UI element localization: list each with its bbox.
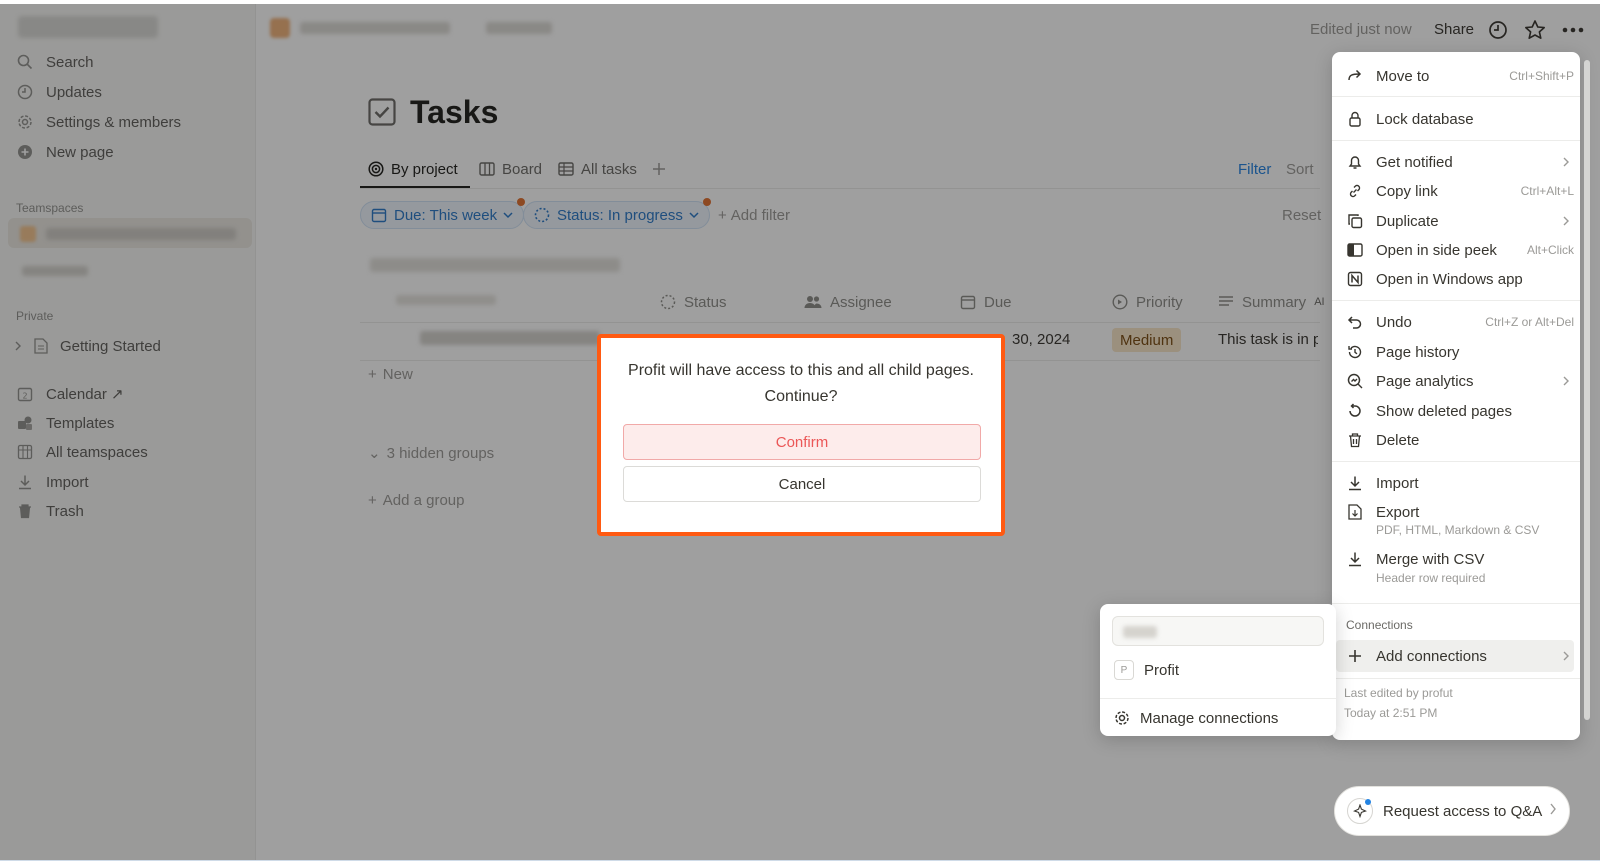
restore-icon xyxy=(1344,403,1366,419)
menu-item-label: Open in side peek xyxy=(1376,241,1497,259)
divider xyxy=(1332,300,1580,301)
menu-item-page-history[interactable]: Page history xyxy=(1344,338,1574,366)
confirm-access-dialog: Profit will have access to this and all … xyxy=(597,334,1005,536)
divider xyxy=(1332,603,1580,604)
menu-item-get-notified[interactable]: Get notified xyxy=(1344,148,1574,176)
notification-dot xyxy=(1365,799,1371,805)
last-edited-by: Last edited by profut xyxy=(1344,686,1453,700)
divider xyxy=(1332,96,1580,97)
chevron-right-icon xyxy=(1562,216,1570,226)
request-access-label: Request access to Q&A xyxy=(1383,802,1543,820)
menu-item-add-connections[interactable]: Add connections xyxy=(1344,642,1574,670)
chevron-right-icon xyxy=(1562,157,1570,167)
app-window: Search Updates Settings & members New pa… xyxy=(0,4,1600,861)
undo-icon xyxy=(1344,314,1366,330)
connection-label: Manage connections xyxy=(1140,709,1279,727)
divider xyxy=(1332,678,1580,679)
menu-item-label: Undo xyxy=(1376,313,1412,331)
side-peek-icon xyxy=(1344,243,1366,257)
menu-item-lock-database[interactable]: Lock database xyxy=(1344,105,1574,133)
menu-item-label: Copy link xyxy=(1376,182,1438,200)
connections-submenu: P Profit Manage connections xyxy=(1100,604,1336,736)
confirm-button[interactable]: Confirm xyxy=(623,424,981,460)
chevron-right-icon xyxy=(1562,376,1570,386)
menu-item-delete[interactable]: Delete xyxy=(1344,426,1574,454)
menu-item-label: Merge with CSV xyxy=(1376,550,1485,568)
connections-search-input[interactable] xyxy=(1112,616,1324,646)
menu-item-label: Delete xyxy=(1376,431,1420,449)
menu-item-label: Move to xyxy=(1376,67,1430,85)
menu-item-page-analytics[interactable]: Page analytics xyxy=(1344,367,1574,395)
menu-item-open-side-peek[interactable]: Open in side peek Alt+Click xyxy=(1344,236,1574,264)
menu-item-label: Duplicate xyxy=(1376,212,1439,230)
shortcut-hint: Alt+Click xyxy=(1526,243,1574,257)
ai-sparkle-icon xyxy=(1347,798,1373,824)
search-text-redacted xyxy=(1123,626,1157,638)
menu-item-copy-link[interactable]: Copy link Ctrl+Alt+L xyxy=(1344,177,1574,205)
menu-item-export[interactable]: Export xyxy=(1344,498,1574,526)
profit-logo-icon: P xyxy=(1114,660,1134,680)
link-icon xyxy=(1344,183,1366,199)
shortcut-hint: Ctrl+Alt+L xyxy=(1520,184,1574,198)
menu-item-undo[interactable]: Undo Ctrl+Z or Alt+Del xyxy=(1344,308,1574,336)
menu-item-show-deleted-pages[interactable]: Show deleted pages xyxy=(1344,397,1574,425)
menu-item-open-windows-app[interactable]: Open in Windows app xyxy=(1344,265,1574,293)
export-icon xyxy=(1344,504,1366,520)
menu-item-label: Lock database xyxy=(1376,110,1474,128)
menu-item-label: Open in Windows app xyxy=(1376,270,1523,288)
menu-scrollbar[interactable] xyxy=(1584,60,1590,720)
menu-item-label: Get notified xyxy=(1376,153,1453,171)
connection-item-profit[interactable]: P Profit xyxy=(1114,656,1179,684)
menu-item-label: Show deleted pages xyxy=(1376,402,1512,420)
page-options-menu: Move to Ctrl+Shift+P Lock database Get n… xyxy=(1332,52,1580,740)
gear-icon xyxy=(1114,710,1130,726)
shortcut-hint: Ctrl+Shift+P xyxy=(1509,69,1574,83)
chevron-right-icon xyxy=(1562,651,1570,661)
request-access-button[interactable]: Request access to Q&A xyxy=(1334,786,1570,836)
cancel-button[interactable]: Cancel xyxy=(623,466,981,502)
divider xyxy=(1332,461,1580,462)
menu-item-subtext: Header row required xyxy=(1376,571,1486,585)
menu-item-import[interactable]: Import xyxy=(1344,469,1574,497)
menu-item-label: Import xyxy=(1376,474,1419,492)
divider xyxy=(1332,140,1580,141)
divider xyxy=(1100,698,1336,699)
bell-icon xyxy=(1344,154,1366,170)
menu-item-label: Export xyxy=(1376,503,1420,521)
dialog-message: Profit will have access to this and all … xyxy=(628,362,974,405)
plus-icon xyxy=(1344,649,1366,663)
menu-item-subtext: PDF, HTML, Markdown & CSV xyxy=(1376,523,1540,537)
manage-connections-item[interactable]: Manage connections xyxy=(1114,704,1278,732)
menu-item-move-to[interactable]: Move to Ctrl+Shift+P xyxy=(1344,62,1574,90)
menu-item-merge-csv[interactable]: Merge with CSV xyxy=(1344,545,1574,573)
history-icon xyxy=(1344,344,1366,360)
shortcut-hint: Ctrl+Z or Alt+Del xyxy=(1485,315,1574,329)
trash-icon xyxy=(1344,432,1366,448)
connection-label: Profit xyxy=(1144,661,1180,679)
notion-app-icon xyxy=(1344,271,1366,287)
menu-item-label: Page history xyxy=(1376,343,1460,361)
chevron-right-icon xyxy=(1549,803,1557,815)
menu-item-label: Page analytics xyxy=(1376,372,1474,390)
merge-icon xyxy=(1344,551,1366,567)
menu-item-duplicate[interactable]: Duplicate xyxy=(1344,207,1574,235)
analytics-icon xyxy=(1344,373,1366,389)
lock-icon xyxy=(1344,111,1366,127)
last-edited-time: Today at 2:51 PM xyxy=(1344,706,1438,720)
arrow-right-icon xyxy=(1344,68,1366,84)
download-icon xyxy=(1344,475,1366,491)
connections-heading: Connections xyxy=(1346,618,1413,632)
menu-item-label: Add connections xyxy=(1376,647,1487,665)
duplicate-icon xyxy=(1344,213,1366,229)
